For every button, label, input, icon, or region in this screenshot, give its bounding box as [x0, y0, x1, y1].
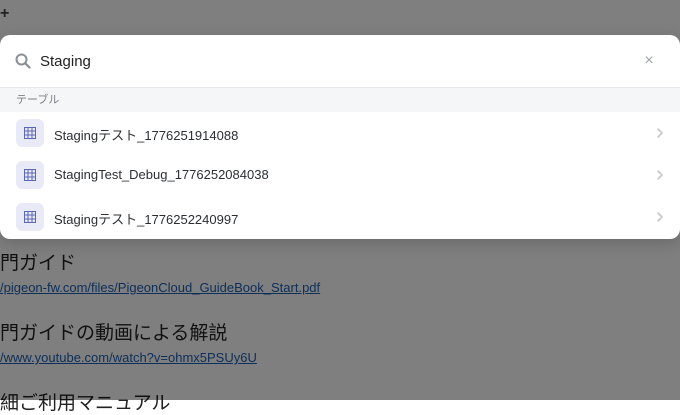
- result-item-label: StagingTest_Debug_1776252084038: [54, 167, 269, 182]
- search-modal: × テーブル Stagingテスト_1776251914088: [0, 35, 680, 239]
- clear-search-button[interactable]: ×: [640, 52, 658, 70]
- table-icon: [16, 203, 44, 231]
- search-bar: ×: [0, 35, 680, 88]
- result-item[interactable]: Stagingテスト_1776251914088: [0, 112, 680, 154]
- chevron-right-icon: [657, 170, 663, 180]
- chevron-right-icon: [657, 128, 663, 138]
- result-item-label: Stagingテスト_1776251914088: [54, 128, 239, 143]
- result-item[interactable]: StagingTest_Debug_1776252084038: [0, 154, 680, 196]
- search-icon: [15, 53, 31, 69]
- result-item[interactable]: Stagingテスト_1776252240997: [0, 196, 680, 238]
- search-input[interactable]: [40, 47, 620, 75]
- chevron-right-icon: [657, 212, 663, 222]
- result-item-label: Stagingテスト_1776252240997: [54, 212, 239, 227]
- table-icon: [16, 161, 44, 189]
- table-icon: [16, 119, 44, 147]
- section-header-tables: テーブル: [0, 88, 680, 112]
